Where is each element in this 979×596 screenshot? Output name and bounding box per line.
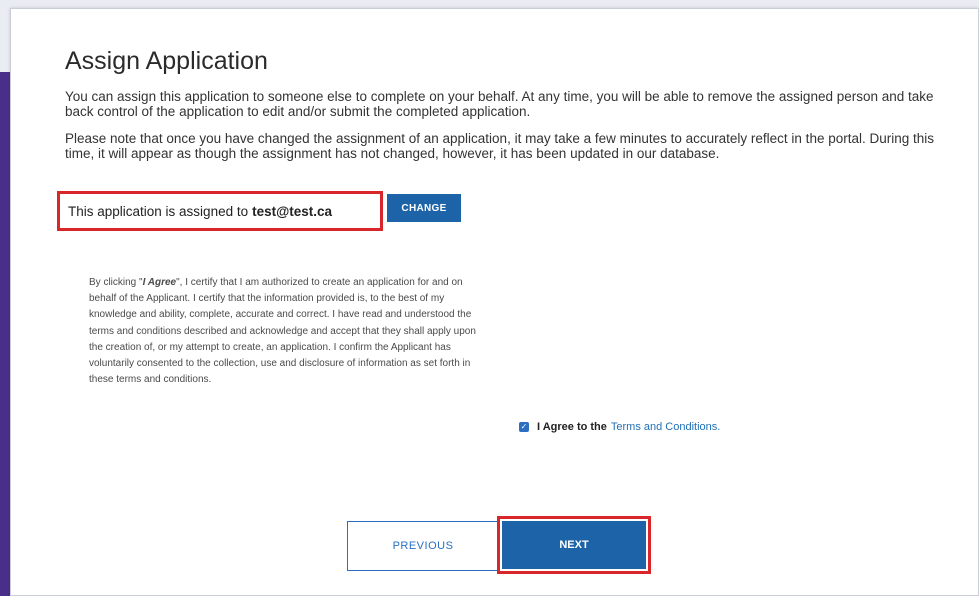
terms-and-conditions-link[interactable]: Terms and Conditions.	[611, 421, 720, 433]
change-assignment-button[interactable]: CHANGE	[387, 194, 461, 222]
assign-application-panel: Assign Application You can assign this a…	[10, 8, 979, 596]
previous-button[interactable]: PREVIOUS	[347, 521, 499, 571]
terms-agree-word: I Agree	[142, 277, 177, 288]
agree-checkbox[interactable]: ✓	[519, 422, 529, 432]
terms-intro: By clicking "	[89, 277, 143, 288]
agree-label: I Agree to the	[537, 421, 607, 433]
assign-description: You can assign this application to someo…	[65, 89, 934, 119]
assignment-status: This application is assigned to test@tes…	[57, 191, 383, 231]
page-title: Assign Application	[65, 47, 268, 75]
agree-checkbox-row[interactable]: ✓ I Agree to the Terms and Conditions.	[519, 421, 720, 433]
assignee-email: test@test.ca	[252, 203, 333, 219]
next-button-highlight: NEXT	[497, 516, 651, 574]
next-button[interactable]: NEXT	[502, 521, 646, 569]
assignment-delay-note: Please note that once you have changed t…	[65, 131, 935, 161]
assignment-prefix: This application is assigned to	[68, 203, 249, 219]
terms-statement: By clicking "I Agree", I certify that I …	[89, 275, 477, 388]
terms-body: ", I certify that I am authorized to cre…	[89, 277, 476, 386]
